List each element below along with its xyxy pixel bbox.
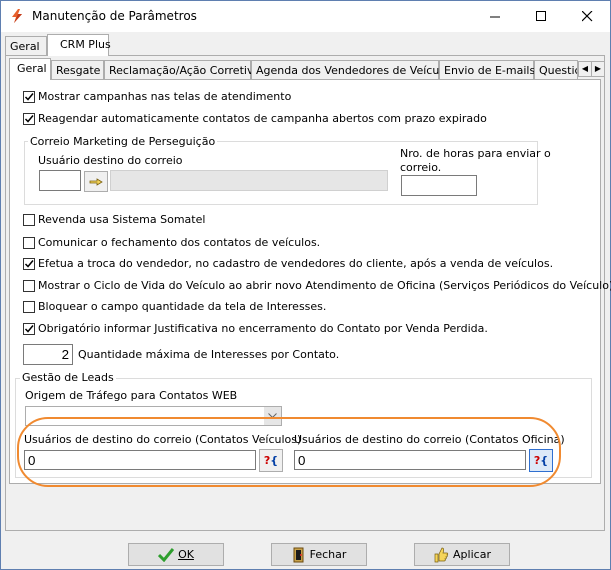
chevron-right-icon: ▶ [594, 64, 602, 73]
tab-scroll-left-button[interactable]: ◀ [578, 61, 592, 77]
ok-button[interactable]: OK [128, 543, 224, 566]
origem-trafego-label: Origem de Tráfego para Contatos WEB [25, 389, 238, 402]
checkbox-label: Efetua a troca do vendedor, no cadastro … [38, 257, 554, 270]
checkbox-reagendar[interactable] [23, 113, 35, 125]
tab-label: Geral [17, 62, 47, 75]
tab-label: Envio de E-mails [444, 64, 536, 77]
checkbox-label: Mostrar campanhas nas telas de atendimen… [38, 90, 292, 103]
checkmark-icon [24, 115, 34, 123]
checkbox-label: Mostrar o Ciclo de Vida do Veículo ao ab… [38, 279, 611, 292]
close-icon [581, 11, 592, 22]
minimize-icon [489, 16, 500, 18]
checkbox-bloquear-quantidade[interactable] [23, 301, 35, 313]
usuario-destino-input[interactable] [39, 170, 81, 191]
dialog-window: Manutenção de Parâmetros Geral CRM Plus … [0, 0, 611, 570]
checkmark-icon [24, 260, 34, 268]
pointing-hand-icon [89, 177, 103, 186]
tab-label: Agenda dos Vendedores de Veículos [256, 64, 455, 77]
inner-tab-questionario[interactable]: Questic [534, 60, 578, 80]
checkbox-mostrar-campanhas[interactable] [23, 91, 35, 103]
checkbox-label: Comunicar o fechamento dos contatos de v… [38, 236, 321, 249]
checkbox-label: Revenda usa Sistema Somatel [38, 213, 206, 226]
window-title: Manutenção de Parâmetros [32, 9, 197, 23]
tab-label: Reclamação/Ação Corretiva [109, 64, 261, 77]
tab-label: Geral [10, 40, 40, 53]
checkbox-ciclo-vida[interactable] [23, 280, 35, 292]
lightning-logo-icon [12, 9, 22, 23]
outer-tab-panel: Geral Resgate Reclamação/Ação Corretiva … [5, 55, 611, 531]
checkbox-justificativa[interactable] [23, 323, 35, 335]
maximize-icon [535, 11, 546, 21]
aplicar-label: Aplicar [453, 548, 491, 561]
horas-input[interactable] [401, 175, 477, 196]
tab-label: CRM Plus [60, 38, 111, 51]
highlight-ellipse [17, 417, 561, 487]
checkmark-icon [24, 325, 34, 333]
lookup-user-button[interactable] [84, 171, 108, 192]
outer-tab-crm-plus[interactable]: CRM Plus [47, 34, 111, 56]
chevron-left-icon: ◀ [581, 64, 589, 73]
inner-tab-agenda[interactable]: Agenda dos Vendedores de Veículos [251, 60, 455, 80]
inner-tab-envio-emails[interactable]: Envio de E-mails [439, 60, 536, 80]
usuario-destino-label: Usuário destino do correio [38, 154, 183, 167]
exit-door-icon [293, 547, 304, 562]
checkbox-label: Reagendar automaticamente contatos de ca… [38, 112, 487, 125]
checkmark-icon [24, 93, 34, 101]
close-button[interactable] [564, 1, 610, 32]
checkmark-ok-icon [158, 547, 175, 562]
checkbox-troca-vendedor[interactable] [23, 258, 35, 270]
checkbox-comunicar-fechamento[interactable] [23, 237, 35, 249]
minimize-button[interactable] [472, 1, 518, 32]
aplicar-button[interactable]: Aplicar [414, 543, 510, 566]
checkbox-label: Bloquear o campo quantidade da tela de I… [38, 300, 327, 313]
tab-scroll-right-button[interactable]: ▶ [591, 61, 605, 77]
thumbs-up-icon [434, 547, 449, 562]
inner-tab-resgate[interactable]: Resgate [51, 60, 104, 80]
inner-tab-panel: Mostrar campanhas nas telas de atendimen… [9, 79, 611, 487]
inner-tab-reclamacao[interactable]: Reclamação/Ação Corretiva [104, 60, 260, 80]
fechar-button[interactable]: Fechar [271, 543, 367, 566]
quantidade-maxima-label: Quantidade máxima de Interesses por Cont… [78, 348, 340, 361]
tab-label: Resgate [56, 64, 101, 77]
title-bar[interactable]: Manutenção de Parâmetros [1, 1, 610, 32]
horas-label-line2: correio. [400, 161, 442, 174]
quantidade-maxima-input[interactable] [23, 344, 73, 365]
correio-group-title: Correio Marketing de Perseguição [28, 135, 218, 148]
horas-label-line1: Nro. de horas para enviar o [400, 147, 551, 160]
usuario-nome-readonly [110, 170, 388, 191]
checkbox-somatel[interactable] [23, 214, 35, 226]
checkbox-label: Obrigatório informar Justificativa no en… [38, 322, 488, 335]
gestao-leads-title: Gestão de Leads [20, 371, 116, 384]
tab-label: Questic [539, 64, 578, 77]
outer-tab-geral[interactable]: Geral [5, 36, 47, 56]
maximize-button[interactable] [518, 1, 564, 32]
fechar-label: Fechar [309, 548, 347, 561]
inner-tab-geral[interactable]: Geral [9, 58, 51, 80]
ok-label: OK [178, 548, 194, 561]
